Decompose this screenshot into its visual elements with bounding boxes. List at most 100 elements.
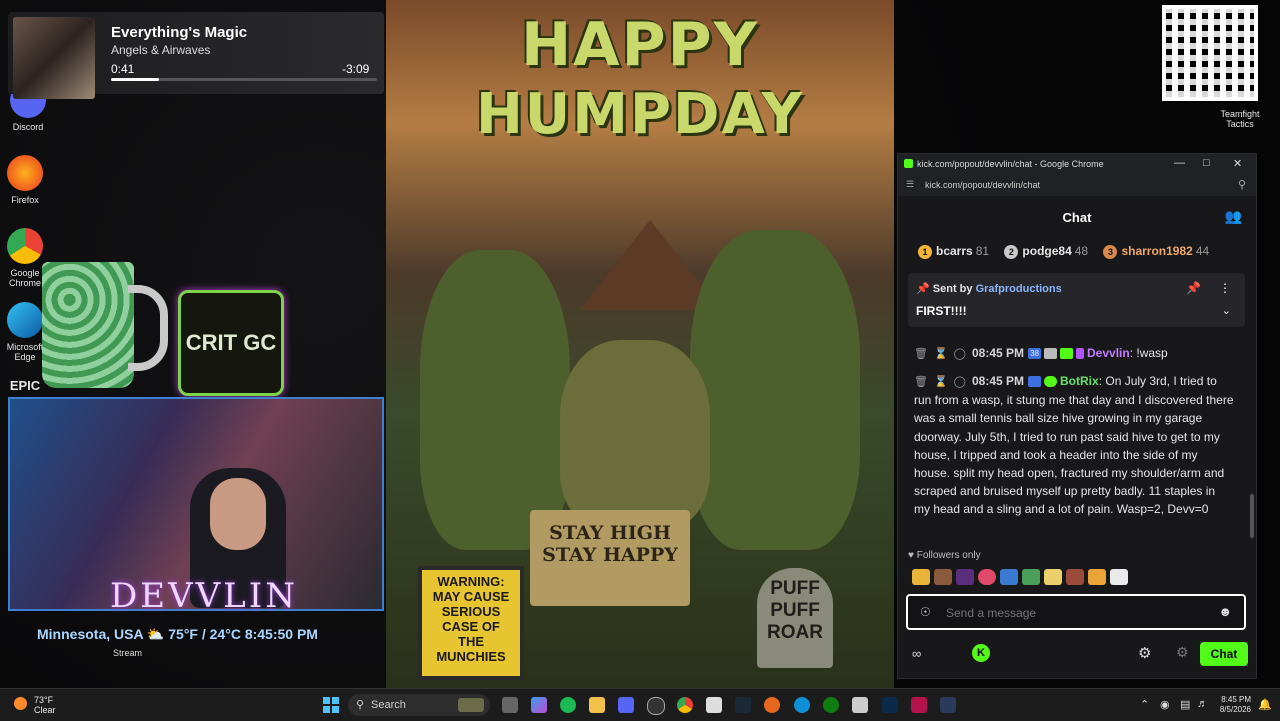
delete-icon[interactable]: 🗑 [914, 376, 928, 388]
indesign-icon[interactable] [911, 697, 927, 713]
mic-badge-icon [1076, 348, 1085, 360]
chrome-taskbar-icon[interactable] [677, 697, 693, 713]
shield-icon: ☉ [920, 605, 931, 619]
stay-high-sign: STAY HIGH STAY HAPPY [530, 510, 690, 606]
message-username[interactable]: Devvlin [1087, 346, 1130, 360]
mic-tray-icon[interactable]: ◉ [1160, 698, 1170, 711]
ban-icon[interactable]: ◯ [954, 376, 966, 388]
pinned-sender-name[interactable]: Grafproductions [976, 283, 1062, 295]
chrome-chat-window: kick.com/popout/devvlin/chat - Google Ch… [897, 153, 1257, 679]
store-icon[interactable] [706, 697, 722, 713]
unpin-icon[interactable]: 📌 [1186, 281, 1201, 295]
moderator-badge-icon [1028, 376, 1042, 388]
url-text[interactable]: kick.com/popout/devvlin/chat [925, 180, 1040, 190]
vip-badge-icon [1044, 348, 1058, 360]
window-titlebar: kick.com/popout/devvlin/chat - Google Ch… [898, 154, 1256, 174]
pinned-message-text: FIRST!!!! [916, 304, 967, 318]
emote-3[interactable] [956, 569, 974, 585]
timeout-icon[interactable]: ⌛ [934, 376, 948, 388]
steam-taskbar-icon-2[interactable] [940, 697, 956, 713]
file-explorer-icon[interactable] [589, 697, 605, 713]
heart-icon: ♥ [908, 550, 914, 561]
users-icon[interactable]: 👥 [1225, 208, 1242, 225]
spotify-icon[interactable] [560, 697, 576, 713]
delete-icon[interactable]: 🗑 [914, 348, 928, 360]
maximize-button[interactable]: □ [1203, 157, 1210, 169]
ban-icon[interactable]: ◯ [954, 348, 966, 360]
leader-count-2: 48 [1074, 244, 1089, 258]
close-button[interactable]: ✕ [1233, 157, 1242, 170]
emote-9[interactable] [1088, 569, 1106, 585]
taskbar-search[interactable]: ⚲ Search [348, 694, 490, 716]
chat-send-button[interactable]: Chat [1200, 642, 1248, 666]
kick-logo-icon[interactable]: K [972, 644, 990, 662]
warning-sign: WARNING: MAY CAUSE SERIOUS CASE OF THE M… [418, 566, 524, 680]
emoji-picker-icon[interactable]: ☻ [1218, 604, 1232, 619]
message-timestamp: 08:45 PM [971, 374, 1025, 388]
zoom-icon[interactable]: ⚲ [1238, 178, 1246, 191]
xbox-icon[interactable] [823, 697, 839, 713]
emote-6[interactable] [1022, 569, 1040, 585]
search-icon: ⚲ [356, 699, 365, 711]
tray-chevron-icon[interactable]: ⌃ [1140, 698, 1149, 711]
taskbar-clock[interactable]: 8:45 PM 8/5/2026 [1209, 695, 1251, 715]
discord-label: Discord [12, 122, 44, 132]
streamer-name-logo: DEVVLIN [110, 576, 298, 616]
leaderboard-entry-1[interactable]: 1 bcarrs 81 [918, 244, 1004, 259]
photoshop-icon[interactable] [882, 697, 898, 713]
obs-icon[interactable] [647, 697, 665, 715]
emote-2[interactable] [934, 569, 952, 585]
address-bar[interactable]: ☰ kick.com/popout/devvlin/chat ⚲ [898, 174, 1256, 197]
edge-taskbar-icon[interactable] [794, 697, 810, 713]
send-message-input[interactable] [944, 602, 1218, 624]
steam-icon[interactable] [735, 697, 751, 713]
puzzle-icon[interactable]: ⚙ [1176, 644, 1189, 661]
verified-badge-icon [1044, 376, 1058, 388]
leaderboard-entry-2[interactable]: 2 podge84 48 [1004, 244, 1103, 259]
desktop-icon-stream[interactable]: Stream [113, 648, 142, 658]
chrome-icon [7, 228, 43, 264]
photos-icon[interactable] [852, 697, 868, 713]
discord-taskbar-icon[interactable] [618, 697, 634, 713]
gear-icon[interactable]: ⚙ [1138, 644, 1151, 662]
notification-icon[interactable]: 🔔 [1258, 698, 1272, 711]
leaderboard-entry-3[interactable]: 3 sharron1982 44 [1103, 244, 1221, 259]
desktop-icon-tft[interactable]: Teamfight Tactics [1212, 109, 1268, 129]
chevron-down-icon[interactable]: ⌄ [1222, 304, 1231, 317]
emote-10[interactable] [1110, 569, 1128, 585]
search-highlight-thumbnail [458, 698, 484, 712]
leader-name-1: bcarrs [936, 244, 973, 258]
leader-name-3: sharron1982 [1121, 244, 1193, 258]
emote-7[interactable] [1044, 569, 1062, 585]
network-icon[interactable]: ▤ [1180, 698, 1190, 711]
emote-8[interactable] [1066, 569, 1084, 585]
track-progress-bar [111, 78, 377, 81]
chat-action-bar: ∞ K ⚙ ⚙ Chat [908, 642, 1248, 668]
message-timestamp: 08:45 PM [971, 346, 1025, 360]
streamer-face [210, 478, 266, 550]
leader-name-2: podge84 [1022, 244, 1072, 258]
emote-1[interactable] [912, 569, 930, 585]
volume-icon[interactable]: ♬ [1197, 698, 1208, 710]
message-text: : On July 3rd, I tried to run from a was… [914, 374, 1234, 517]
message-input-box[interactable]: ☉ ☻ [906, 594, 1246, 630]
clock-date: 8/5/2026 [1219, 705, 1251, 714]
desktop-icon-firefox[interactable]: Firefox [0, 155, 53, 205]
infinity-icon[interactable]: ∞ [912, 646, 921, 661]
more-options-icon[interactable]: ⋮ [1219, 281, 1231, 295]
crit-gc-logo: CRIT GC [178, 290, 284, 396]
task-view-icon[interactable] [502, 697, 518, 713]
copilot-icon[interactable] [531, 697, 547, 713]
triceratops [560, 340, 710, 530]
chat-scrollbar[interactable] [1250, 494, 1254, 538]
emote-5[interactable] [1000, 569, 1018, 585]
start-button[interactable] [323, 697, 339, 713]
track-progress-fill [111, 78, 159, 81]
minimize-button[interactable]: — [1174, 157, 1185, 169]
firefox-taskbar-icon[interactable] [764, 697, 780, 713]
emote-4[interactable] [978, 569, 996, 585]
message-username[interactable]: BotRix [1060, 374, 1099, 388]
rank-badge-3: 3 [1103, 244, 1118, 259]
timeout-icon[interactable]: ⌛ [934, 348, 948, 360]
site-info-icon[interactable]: ☰ [906, 179, 914, 190]
